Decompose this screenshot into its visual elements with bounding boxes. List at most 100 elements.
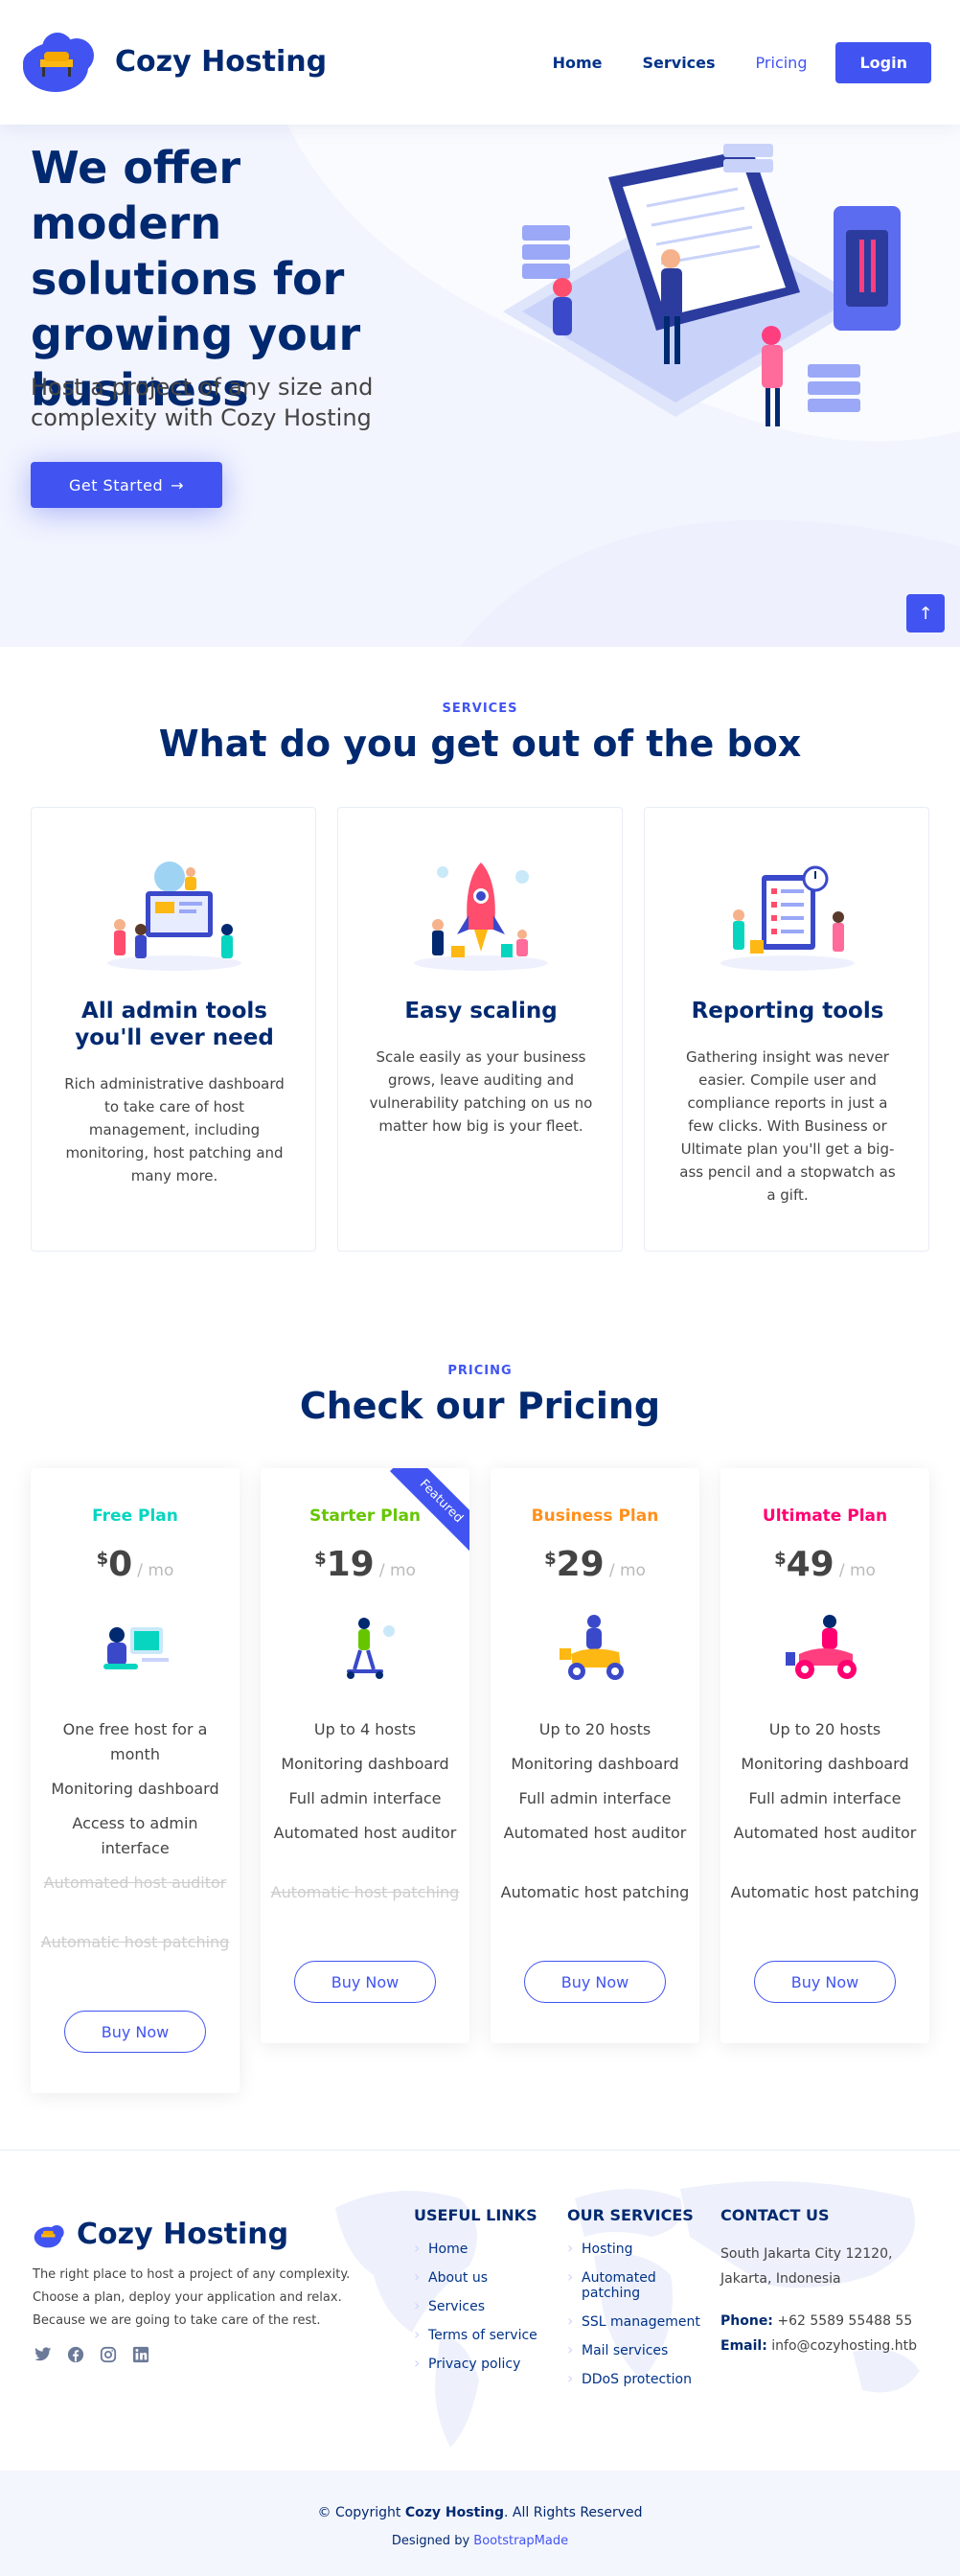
- nav-services[interactable]: Services: [643, 54, 716, 72]
- footer-bottom: © Copyright Cozy Hosting. All Rights Res…: [0, 2471, 960, 2576]
- plan-feature: Automated host auditor: [273, 1824, 457, 1842]
- designer-link[interactable]: BootstrapMade: [473, 2534, 568, 2548]
- arrow-up-icon: ↑: [918, 603, 933, 624]
- plan-price: $49 / mo: [720, 1545, 929, 1584]
- nav-pricing[interactable]: Pricing: [756, 54, 808, 72]
- plan-feature-unavailable: Automatic host patching: [270, 1883, 460, 1901]
- arrow-right-icon: →: [171, 475, 185, 494]
- pricing-label: PRICING: [447, 1364, 513, 1378]
- rocket-illustration: [414, 862, 548, 971]
- contact-address: South Jakarta City 12120, Jakarta, Indon…: [720, 2246, 893, 2287]
- buy-now-button[interactable]: Buy Now: [64, 2011, 206, 2053]
- credits: Designed by BootstrapMade: [0, 2534, 960, 2548]
- brand-logo[interactable]: Cozy Hosting: [19, 25, 327, 98]
- pricing-card-business: Business Plan $29 / mo Up to 20 hosts Mo…: [491, 1468, 699, 2043]
- contact-email: info@cozyhosting.htb: [771, 2338, 917, 2354]
- currency-symbol: $: [544, 1549, 557, 1569]
- twitter-icon[interactable]: [33, 2344, 54, 2365]
- currency-symbol: $: [774, 1549, 787, 1569]
- business-plan-illustration: [560, 1615, 624, 1680]
- pricing-card-ultimate: Ultimate Plan $49 / mo Up to 20 hosts Mo…: [720, 1468, 929, 2043]
- footer-link-about[interactable]: About us: [414, 2269, 558, 2286]
- plan-name: Starter Plan: [309, 1506, 422, 1526]
- designed-by-label: Designed by: [391, 2534, 474, 2548]
- plan-price: $0 / mo: [31, 1545, 240, 1584]
- plan-feature: One free host for a month: [62, 1720, 208, 1763]
- service-title: Easy scaling: [404, 999, 558, 1024]
- our-services-title: OUR SERVICES: [567, 2206, 694, 2224]
- footer-service-mail[interactable]: Mail services: [567, 2342, 711, 2358]
- footer-brand-name: Cozy Hosting: [77, 2218, 289, 2251]
- linkedin-icon[interactable]: [130, 2344, 151, 2365]
- plan-feature: Access to admin interface: [72, 1814, 198, 1857]
- price-amount: 0: [108, 1545, 133, 1584]
- contact-email-line: Email: info@cozyhosting.htb: [720, 2334, 936, 2358]
- plan-name: Free Plan: [92, 1506, 178, 1526]
- plan-feature: Automated host auditor: [503, 1824, 687, 1842]
- hero-illustration: [503, 144, 901, 426]
- service-text: Rich administrative dashboard to take ca…: [64, 1075, 285, 1184]
- footer-link-home[interactable]: Home: [414, 2241, 558, 2257]
- plan-feature: Full admin interface: [518, 1789, 672, 1807]
- currency-symbol: $: [96, 1549, 109, 1569]
- footer-our-services: OUR SERVICES Hosting Automated patching …: [567, 2206, 711, 2401]
- instagram-icon[interactable]: [98, 2344, 119, 2365]
- facebook-icon[interactable]: [65, 2344, 86, 2365]
- footer: Cozy Hosting The right place to host a p…: [0, 2150, 960, 2471]
- footer-brand-logo[interactable]: Cozy Hosting: [33, 2218, 288, 2251]
- useful-links-title: USEFUL LINKS: [414, 2206, 537, 2224]
- get-started-label: Get Started: [68, 475, 164, 494]
- free-plan-illustration: [103, 1627, 169, 1669]
- price-period: / mo: [378, 1561, 416, 1580]
- price-period: / mo: [137, 1561, 174, 1580]
- plan-feature: Monitoring dashboard: [741, 1755, 909, 1773]
- reporting-illustration: [720, 865, 855, 971]
- service-text: Scale easily as your business grows, lea…: [369, 1048, 593, 1135]
- plan-name: Ultimate Plan: [762, 1506, 888, 1526]
- hero-subtitle: Host a project of any size and complexit…: [31, 374, 374, 431]
- footer-service-hosting[interactable]: Hosting: [567, 2241, 711, 2257]
- services-label: SERVICES: [442, 702, 518, 716]
- price-amount: 19: [326, 1545, 375, 1584]
- nav-home[interactable]: Home: [553, 54, 603, 72]
- footer-contact: CONTACT US South Jakarta City 12120, Jak…: [720, 2206, 936, 2358]
- plan-feature-unavailable: Automatic host patching: [40, 1933, 230, 1951]
- footer-link-privacy[interactable]: Privacy policy: [414, 2356, 558, 2372]
- ultimate-plan-illustration: [786, 1615, 857, 1679]
- login-button[interactable]: Login: [835, 42, 931, 83]
- plan-feature: Automatic host patching: [500, 1883, 690, 1901]
- brand-name: Cozy Hosting: [115, 44, 328, 79]
- plan-feature: Monitoring dashboard: [51, 1780, 219, 1798]
- copyright-brand: Cozy Hosting: [404, 2505, 505, 2520]
- service-title: Reporting tools: [691, 999, 884, 1024]
- hero-section: We offer modern solutions for growing yo…: [0, 125, 960, 647]
- footer-service-ssl[interactable]: SSL management: [567, 2313, 711, 2330]
- footer-service-patching[interactable]: Automated patching: [567, 2269, 673, 2301]
- plan-feature: Automated host auditor: [733, 1824, 917, 1842]
- price-period: / mo: [838, 1561, 876, 1580]
- back-to-top-button[interactable]: ↑: [906, 594, 945, 632]
- footer-link-services[interactable]: Services: [414, 2298, 558, 2314]
- buy-now-button[interactable]: Buy Now: [524, 1961, 666, 2003]
- footer-link-terms[interactable]: Terms of service: [414, 2327, 558, 2343]
- plan-feature: Up to 4 hosts: [313, 1720, 417, 1738]
- email-label: Email:: [720, 2338, 767, 2354]
- starter-plan-illustration: [347, 1618, 395, 1679]
- service-title: All admin tools you'll ever need: [75, 999, 274, 1050]
- get-started-button[interactable]: Get Started →: [31, 462, 222, 508]
- contact-title: CONTACT US: [720, 2206, 830, 2224]
- service-card-easy-scaling: Easy scaling Scale easily as your busine…: [337, 807, 623, 1252]
- buy-now-button[interactable]: Buy Now: [754, 1961, 896, 2003]
- plan-price: $19 / mo: [261, 1545, 469, 1584]
- plan-feature: Monitoring dashboard: [511, 1755, 679, 1773]
- service-text: Gathering insight was never easier. Comp…: [679, 1048, 896, 1204]
- pricing-title: Check our Pricing: [299, 1385, 661, 1427]
- contact-phone-line: Phone: +62 5589 55488 55: [720, 2309, 936, 2334]
- footer-service-ddos[interactable]: DDoS protection: [567, 2371, 711, 2387]
- plan-feature: Full admin interface: [288, 1789, 442, 1807]
- price-amount: 49: [786, 1545, 834, 1584]
- price-period: / mo: [608, 1561, 646, 1580]
- services-title: What do you get out of the box: [158, 723, 802, 765]
- buy-now-button[interactable]: Buy Now: [294, 1961, 436, 2003]
- plan-feature: Full admin interface: [748, 1789, 902, 1807]
